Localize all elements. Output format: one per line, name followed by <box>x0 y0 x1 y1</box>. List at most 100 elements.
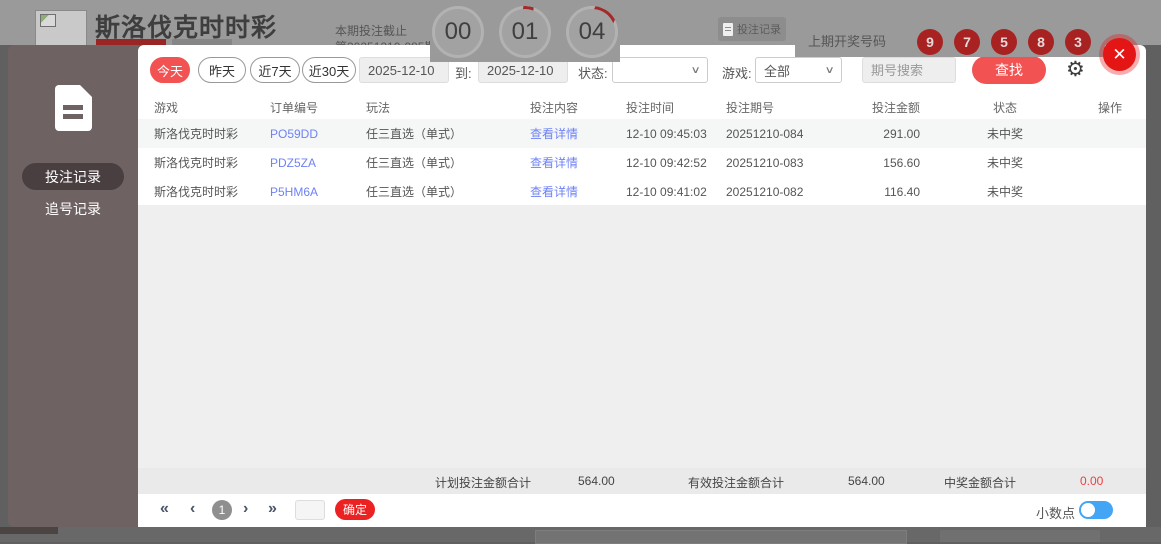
sidebar-item-chase-records[interactable]: 追号记录 <box>22 195 124 222</box>
dimmed-block <box>0 527 58 534</box>
page-confirm-button[interactable]: 确定 <box>335 499 375 520</box>
col-header-play: 玩法 <box>366 100 391 115</box>
broken-image-icon <box>40 14 56 27</box>
col-header-content: 投注内容 <box>530 100 579 115</box>
countdown-hours-value: 00 <box>444 18 472 45</box>
plan-total-value: 564.00 <box>578 474 615 488</box>
dimmed-block <box>940 530 1100 542</box>
betting-records-button[interactable]: 投注记录 <box>718 17 786 41</box>
filter-yesterday-button[interactable]: 昨天 <box>198 57 246 83</box>
col-header-game: 游戏 <box>154 100 179 115</box>
view-details-link[interactable]: 查看详情 <box>530 183 626 200</box>
cell-order-link[interactable]: PO59DD <box>270 127 366 141</box>
close-icon: ✕ <box>1112 44 1127 64</box>
status-select[interactable]: ∨ <box>612 57 708 83</box>
col-header-amount: 投注金额 <box>871 100 920 115</box>
table-empty-area <box>138 205 1146 468</box>
table-row: 斯洛伐克时时彩 PDZ5ZA 任三直选（单式） 查看详情 12-10 09:42… <box>138 148 1146 177</box>
date-to-label: 到: <box>455 66 472 81</box>
cell-order-link[interactable]: PDZ5ZA <box>270 156 366 170</box>
draw-ball: 8 <box>1028 29 1054 55</box>
countdown-seconds: 04 <box>566 6 618 58</box>
prev-page-button[interactable]: ‹ <box>190 500 195 518</box>
last-draw-panel: 上期开奖号码 9 7 5 8 3 <box>795 0 1105 57</box>
col-header-action: 操作 <box>1097 100 1122 115</box>
sidebar-item-label: 追号记录 <box>45 200 101 217</box>
page-number-input[interactable] <box>295 500 325 520</box>
decimal-toggle[interactable] <box>1079 501 1113 519</box>
table-header-row: 游戏 订单编号 玩法 投注内容 投注时间 投注期号 投注金额 状态 操作 <box>138 95 1146 119</box>
betting-records-modal: 今天 昨天 近7天 近30天 到: 状态: ∨ 游戏: 全部 ∨ 查找 ⚙ 游戏 <box>138 45 1146 527</box>
cell-amount: 156.60 <box>883 155 920 170</box>
plan-total-label: 计划投注金额合计 <box>435 476 532 490</box>
last-draw-numbers: 9 7 5 8 3 <box>917 29 1091 55</box>
current-page-indicator[interactable]: 1 <box>212 500 232 520</box>
cell-time: 12-10 09:42:52 <box>626 155 707 170</box>
cell-play: 任三直选（单式） <box>366 127 463 141</box>
sidebar-item-betting-records[interactable]: 投注记录 <box>22 163 124 190</box>
game-select-value: 全部 <box>764 63 791 79</box>
draw-ball: 5 <box>991 29 1017 55</box>
decimal-toggle-label: 小数点 <box>1036 506 1076 521</box>
betting-records-screen: 斯洛伐克时时彩 本期投注截止 第20251210-085期 00 01 04 投… <box>0 0 1161 544</box>
last-draw-label: 上期开奖号码 <box>808 34 887 49</box>
view-details-link[interactable]: 查看详情 <box>530 154 626 171</box>
cell-game: 斯洛伐克时时彩 <box>154 185 239 199</box>
draw-ball: 3 <box>1065 29 1091 55</box>
countdown-timer: 00 01 04 <box>430 0 620 62</box>
win-total-label: 中奖金额合计 <box>944 476 1017 490</box>
close-modal-button[interactable]: ✕ <box>1103 38 1136 71</box>
win-total-value: 0.00 <box>1080 474 1104 488</box>
valid-total-value: 564.00 <box>848 474 885 488</box>
cell-status: 未中奖 <box>986 156 1023 170</box>
period-search-input[interactable] <box>862 57 956 83</box>
filter-last30days-button[interactable]: 近30天 <box>302 57 356 83</box>
cell-period: 20251210-084 <box>726 126 804 141</box>
countdown-minutes: 01 <box>499 6 551 58</box>
col-header-period: 投注期号 <box>726 100 775 115</box>
view-details-link[interactable]: 查看详情 <box>530 125 626 142</box>
valid-total-label: 有效投注金额合计 <box>688 476 785 490</box>
game-label: 游戏: <box>722 66 752 81</box>
chevron-down-icon: ∨ <box>690 64 701 76</box>
sidebar-item-label: 投注记录 <box>45 168 101 185</box>
page-footer-dimmed <box>0 527 1161 544</box>
filter-last7days-button[interactable]: 近7天 <box>250 57 300 83</box>
search-button[interactable]: 查找 <box>972 56 1046 84</box>
game-logo-placeholder <box>35 10 87 47</box>
cell-game: 斯洛伐克时时彩 <box>154 127 239 141</box>
countdown-hours: 00 <box>432 6 484 58</box>
next-page-button[interactable]: › <box>243 500 248 518</box>
col-header-status: 状态 <box>992 100 1017 115</box>
cell-play: 任三直选（单式） <box>366 185 463 199</box>
game-select[interactable]: 全部 ∨ <box>755 57 842 83</box>
betting-records-button-label: 投注记录 <box>737 24 781 36</box>
pagination-bar: « ‹ 1 › » 确定 小数点 <box>138 494 1146 527</box>
totals-bar: 计划投注金额合计 564.00 有效投注金额合计 564.00 中奖金额合计 0… <box>138 468 1146 494</box>
cell-status: 未中奖 <box>986 127 1023 141</box>
cell-amount: 116.40 <box>884 184 920 199</box>
cell-period: 20251210-083 <box>726 155 804 170</box>
cell-amount: 291.00 <box>883 126 920 141</box>
first-page-button[interactable]: « <box>160 500 169 518</box>
filter-today-button[interactable]: 今天 <box>150 57 190 83</box>
document-icon <box>723 22 733 36</box>
cell-time: 12-10 09:45:03 <box>626 126 707 141</box>
table-row: 斯洛伐克时时彩 P5HM6A 任三直选（单式） 查看详情 12-10 09:41… <box>138 177 1146 206</box>
col-header-time: 投注时间 <box>626 100 675 115</box>
chevron-down-icon: ∨ <box>824 64 835 76</box>
draw-ball: 7 <box>954 29 980 55</box>
records-sidebar: 投注记录 追号记录 <box>8 45 138 527</box>
cell-status: 未中奖 <box>986 185 1023 199</box>
status-label: 状态: <box>578 66 608 81</box>
cell-time: 12-10 09:41:02 <box>626 184 707 199</box>
gear-icon[interactable]: ⚙ <box>1066 57 1085 83</box>
last-page-button[interactable]: » <box>268 500 277 518</box>
table-row: 斯洛伐克时时彩 PO59DD 任三直选（单式） 查看详情 12-10 09:45… <box>138 119 1146 148</box>
draw-ball: 9 <box>917 29 943 55</box>
cell-period: 20251210-082 <box>726 184 804 199</box>
cell-play: 任三直选（单式） <box>366 156 463 170</box>
records-icon <box>55 84 93 131</box>
records-table: 游戏 订单编号 玩法 投注内容 投注时间 投注期号 投注金额 状态 操作 斯洛伐… <box>138 95 1146 206</box>
cell-order-link[interactable]: P5HM6A <box>270 185 366 199</box>
